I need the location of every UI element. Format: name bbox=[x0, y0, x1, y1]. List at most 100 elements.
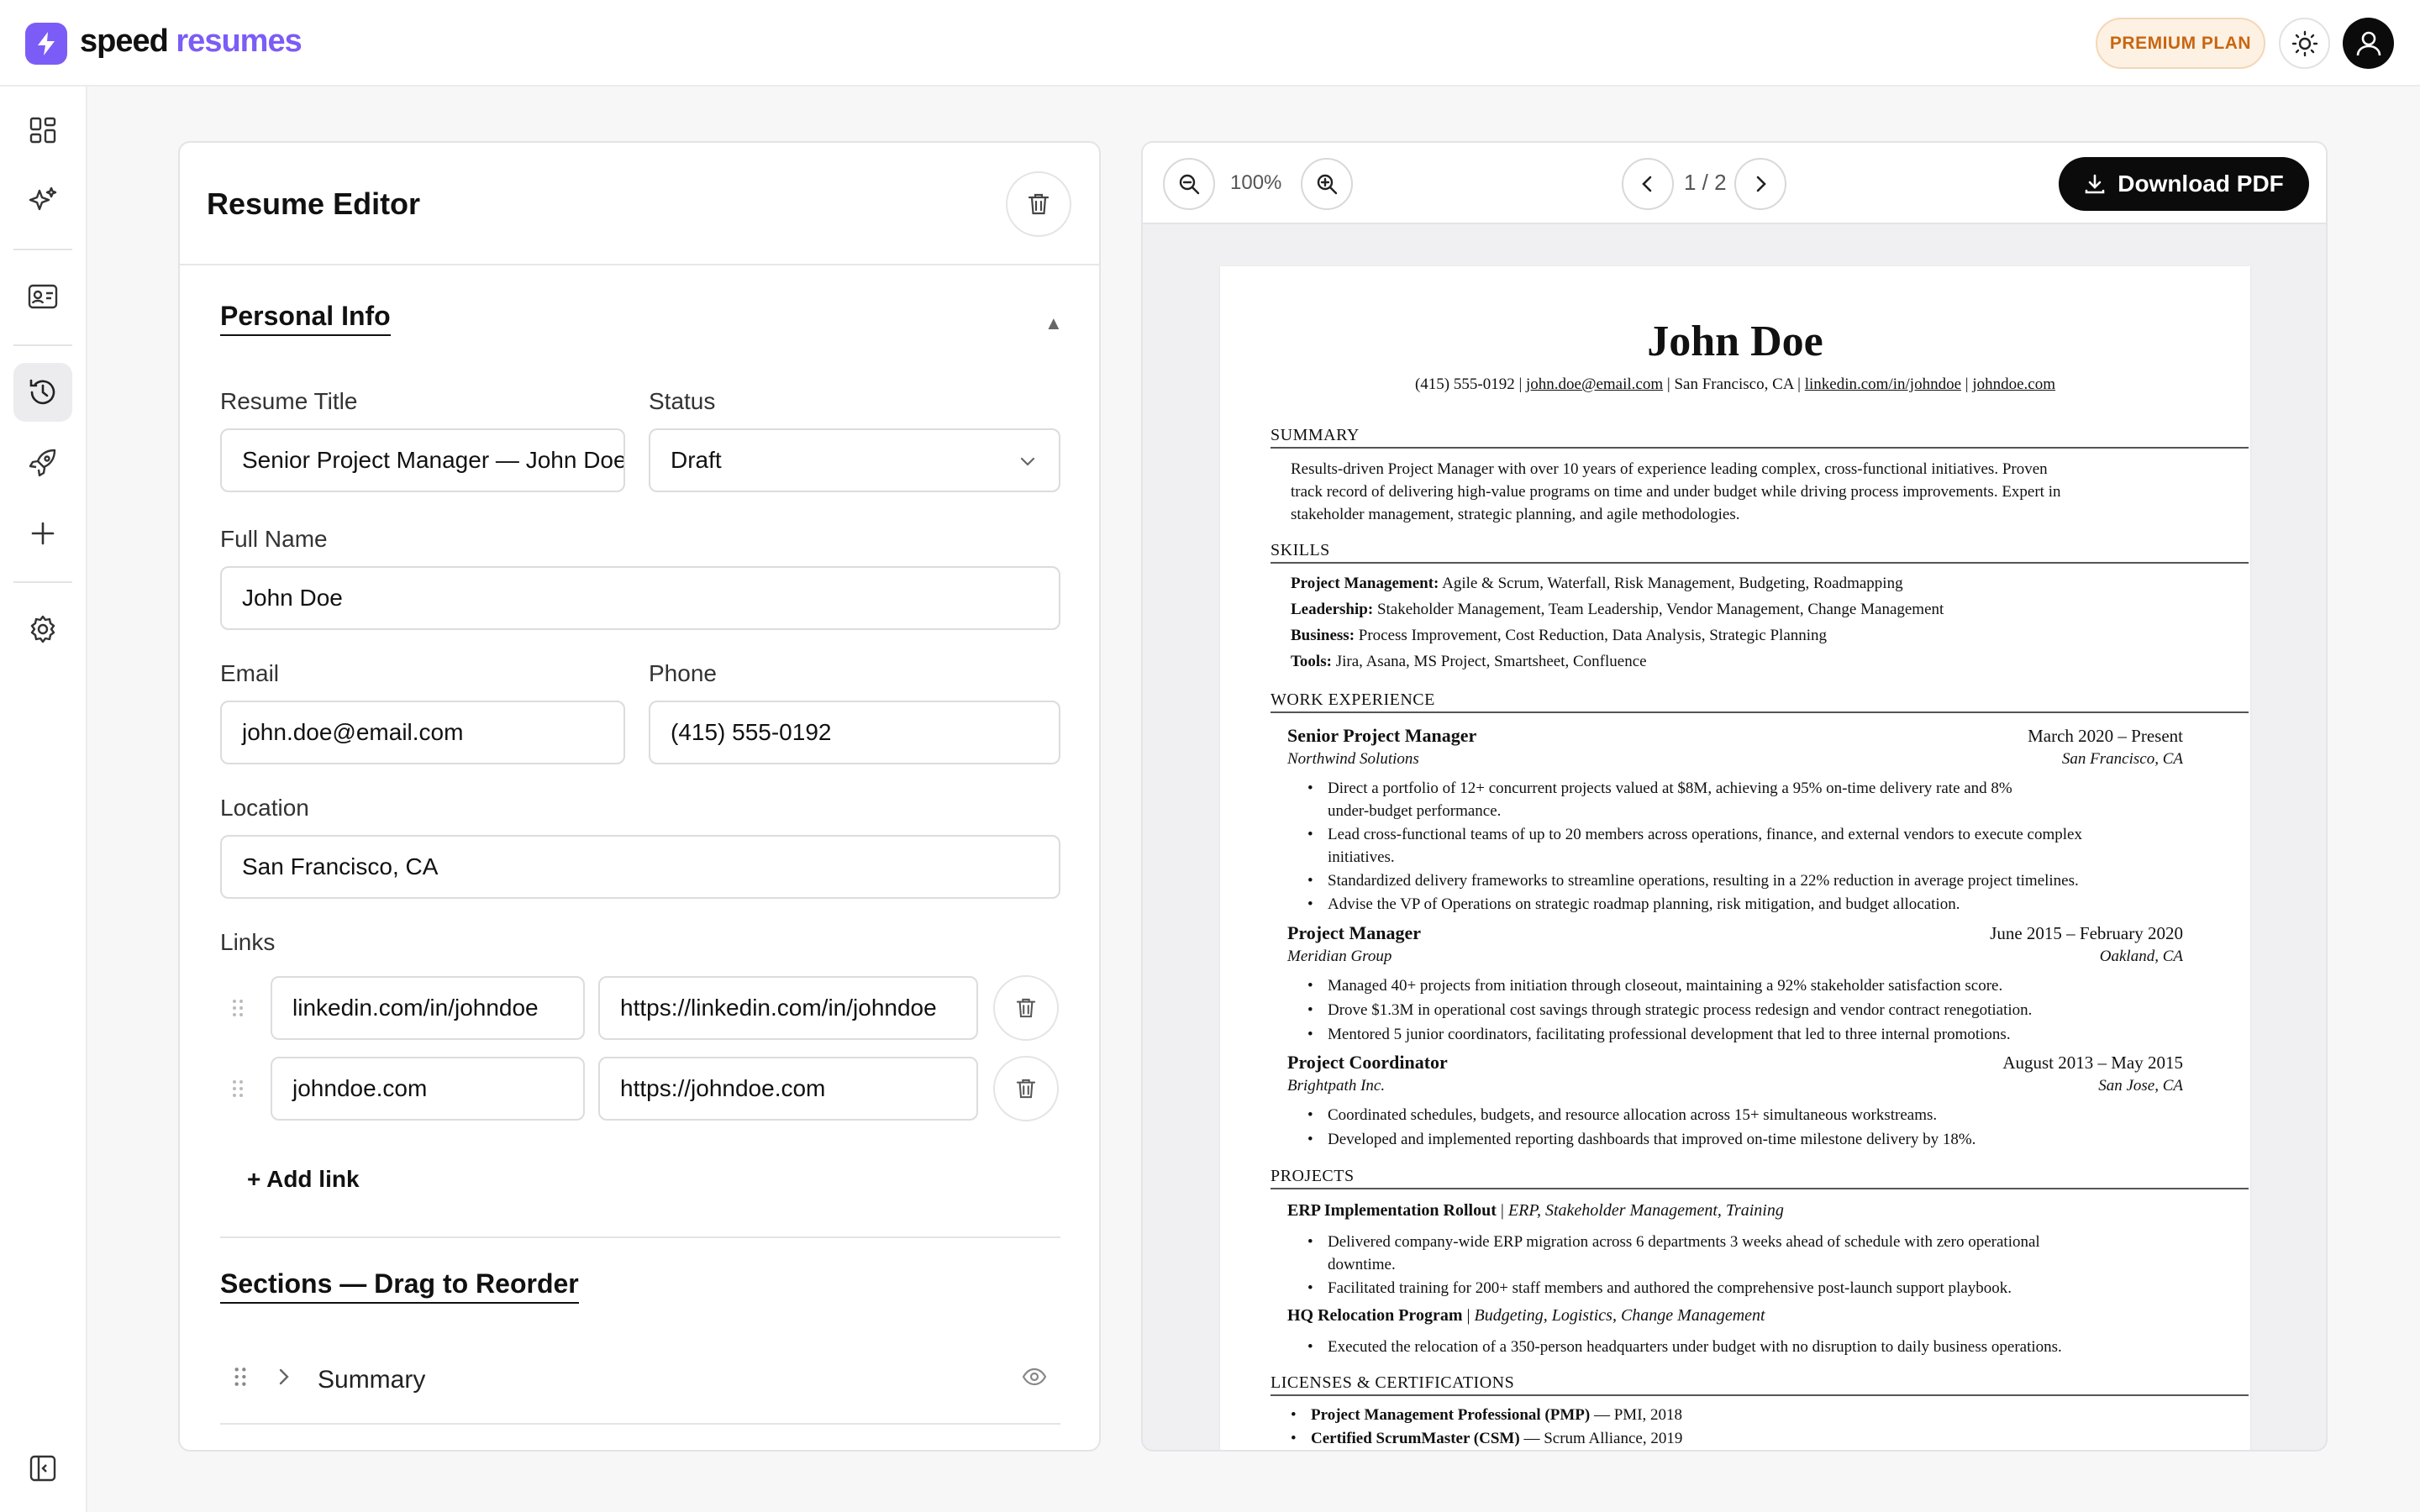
status-select[interactable]: Draft bbox=[649, 428, 1060, 492]
job-bullet: Coordinated schedules, budgets, and reso… bbox=[1307, 1104, 2186, 1126]
location-input[interactable]: San Francisco, CA bbox=[220, 835, 1060, 899]
separator: | bbox=[1666, 375, 1670, 393]
resume-title-input[interactable]: Senior Project Manager — John Doe bbox=[220, 428, 625, 492]
contact-email[interactable]: john.doe@email.com bbox=[1526, 375, 1663, 393]
contact-website[interactable]: johndoe.com bbox=[1972, 375, 2055, 393]
chevron-right-icon bbox=[1756, 176, 1766, 192]
summary-line: Results-driven Project Manager with over… bbox=[1291, 460, 2048, 478]
premium-plan-badge[interactable]: PREMIUM PLAN bbox=[2096, 18, 2265, 69]
delete-link-button[interactable] bbox=[993, 975, 1059, 1041]
eye-icon[interactable] bbox=[1022, 1368, 1047, 1386]
drag-handle-icon[interactable] bbox=[232, 1079, 244, 1099]
download-pdf-label: Download PDF bbox=[2118, 171, 2284, 197]
job-bullet: Lead cross-functional teams of up to 20 … bbox=[1307, 823, 2186, 869]
link-label-input[interactable]: linkedin.com/in/johndoe bbox=[271, 976, 585, 1040]
skill-line: Business: Process Improvement, Cost Redu… bbox=[1291, 627, 1828, 644]
chevron-right-icon[interactable] bbox=[276, 1367, 292, 1387]
resume-name: John Doe bbox=[1647, 318, 1823, 365]
rocket-icon[interactable] bbox=[13, 433, 72, 492]
panel-toggle-icon[interactable] bbox=[13, 1439, 72, 1498]
location-label: Location bbox=[220, 795, 309, 821]
dashboard-icon[interactable] bbox=[13, 101, 72, 160]
skill-line: Tools: Jira, Asana, MS Project, Smartshe… bbox=[1291, 653, 1647, 670]
job-dates: March 2020 – Present bbox=[2028, 726, 2183, 746]
logo-bolt-icon[interactable] bbox=[25, 23, 67, 65]
job-location: San Francisco, CA bbox=[2061, 750, 2183, 768]
job-dates: June 2015 – February 2020 bbox=[1990, 923, 2183, 943]
job-dates: August 2013 – May 2015 bbox=[2002, 1053, 2183, 1073]
id-card-icon[interactable] bbox=[13, 267, 72, 326]
job-company: Brightpath Inc. bbox=[1287, 1077, 1386, 1095]
email-label: Email bbox=[220, 660, 280, 686]
drag-handle-icon[interactable] bbox=[234, 1366, 247, 1388]
section-row-summary[interactable]: Summary bbox=[318, 1366, 425, 1394]
skills-heading: SKILLS bbox=[1270, 541, 2249, 564]
theme-toggle-button[interactable] bbox=[2279, 18, 2330, 69]
contact-linkedin[interactable]: linkedin.com/in/johndoe bbox=[1805, 375, 1961, 393]
phone-input[interactable]: (415) 555-0192 bbox=[649, 701, 1060, 764]
zoom-in-icon bbox=[1317, 174, 1338, 195]
drag-handle-icon[interactable] bbox=[232, 998, 244, 1018]
link-url-input[interactable]: https://linkedin.com/in/johndoe bbox=[598, 976, 978, 1040]
job-bullet: Mentored 5 junior coordinators, facilita… bbox=[1307, 1023, 2186, 1046]
certifications-heading: LICENSES & CERTIFICATIONS bbox=[1270, 1373, 2249, 1396]
logo-wordmark[interactable]: speed resumes bbox=[80, 24, 302, 60]
projects-heading: PROJECTS bbox=[1270, 1167, 2249, 1189]
sparkles-icon[interactable] bbox=[13, 171, 72, 230]
job-location: Oakland, CA bbox=[2099, 948, 2183, 965]
personal-info-heading[interactable]: Personal Info bbox=[220, 301, 391, 336]
link-label-input[interactable]: johndoe.com bbox=[271, 1057, 585, 1121]
add-link-button[interactable]: + Add link bbox=[247, 1166, 360, 1193]
collapse-caret-icon[interactable]: ▲ bbox=[1044, 312, 1063, 334]
link-url-input[interactable]: https://johndoe.com bbox=[598, 1057, 978, 1121]
next-page-button[interactable] bbox=[1734, 158, 1786, 210]
job-bullet: Standardized delivery frameworks to stre… bbox=[1307, 869, 2186, 892]
job-location: San Jose, CA bbox=[2098, 1077, 2183, 1095]
contact-location: San Francisco, CA bbox=[1674, 375, 1794, 393]
section-divider bbox=[220, 1236, 1060, 1238]
job-company: Meridian Group bbox=[1287, 948, 1392, 965]
work-heading: WORK EXPERIENCE bbox=[1270, 690, 2249, 713]
certification: Project Management Professional (PMP) — … bbox=[1291, 1406, 1682, 1425]
trash-icon bbox=[1028, 193, 1050, 215]
zoom-out-icon bbox=[1179, 174, 1200, 195]
resume-preview-panel: 100% 1 / 2 Download PDF John Doe (415) 5… bbox=[1141, 141, 2328, 1452]
history-icon[interactable] bbox=[13, 363, 72, 422]
zoom-out-button[interactable] bbox=[1163, 158, 1215, 210]
chevron-down-icon bbox=[1020, 457, 1035, 466]
resume-title-label: Resume Title bbox=[220, 388, 358, 414]
job-bullet: Advise the VP of Operations on strategic… bbox=[1307, 893, 2186, 916]
editor-title: Resume Editor bbox=[207, 186, 421, 221]
email-input[interactable]: john.doe@email.com bbox=[220, 701, 625, 764]
chevron-left-icon bbox=[1642, 176, 1652, 192]
download-pdf-button[interactable]: Download PDF bbox=[2059, 157, 2309, 211]
preview-toolbar: 100% 1 / 2 Download PDF bbox=[1143, 143, 2326, 224]
section-row-divider bbox=[220, 1423, 1060, 1425]
project-bullet: Executed the relocation of a 350-person … bbox=[1307, 1336, 2186, 1358]
phone-label: Phone bbox=[649, 660, 717, 686]
separator: | bbox=[1797, 375, 1801, 393]
plus-icon[interactable] bbox=[13, 504, 72, 563]
project-title: ERP Implementation Rollout | ERP, Stakeh… bbox=[1287, 1201, 1784, 1220]
project-bullet: Delivered company-wide ERP migration acr… bbox=[1307, 1231, 2186, 1276]
top-bar: speed resumes PREMIUM PLAN bbox=[0, 0, 2420, 87]
delete-link-button[interactable] bbox=[993, 1056, 1059, 1121]
summary-line: stakeholder management, strategic planni… bbox=[1291, 506, 1740, 523]
delete-resume-button[interactable] bbox=[1006, 171, 1071, 237]
trash-icon bbox=[1016, 998, 1036, 1018]
page-indicator: 1 / 2 bbox=[1684, 170, 1727, 195]
zoom-in-button[interactable] bbox=[1301, 158, 1353, 210]
job-company: Northwind Solutions bbox=[1287, 750, 1419, 768]
previous-page-button[interactable] bbox=[1622, 158, 1674, 210]
skill-line: Leadership: Stakeholder Management, Team… bbox=[1291, 601, 1944, 618]
editor-header: Resume Editor bbox=[180, 143, 1099, 265]
trash-icon bbox=[1016, 1079, 1036, 1099]
full-name-input[interactable]: John Doe bbox=[220, 566, 1060, 630]
status-label: Status bbox=[649, 388, 716, 414]
settings-icon[interactable] bbox=[13, 600, 72, 659]
full-name-label: Full Name bbox=[220, 526, 328, 552]
status-value: Draft bbox=[671, 447, 722, 473]
skill-line: Project Management: Agile & Scrum, Water… bbox=[1291, 575, 1903, 592]
job-bullet: Direct a portfolio of 12+ concurrent pro… bbox=[1307, 777, 2186, 822]
user-menu-button[interactable] bbox=[2343, 18, 2394, 69]
